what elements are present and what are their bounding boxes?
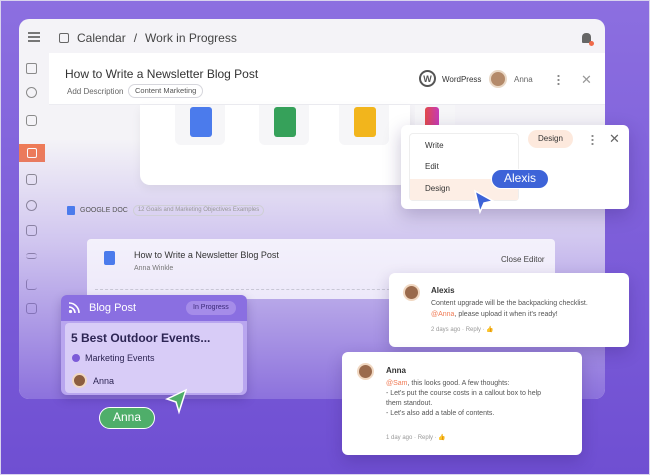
blog-post-title[interactable]: 5 Best Outdoor Events... [71,331,210,345]
book-icon[interactable] [26,225,37,236]
alexis-cursor-icon [473,189,495,215]
home-icon[interactable] [26,63,37,74]
slides-icon [354,107,376,137]
breadcrumb-separator: / [133,31,138,45]
avatar [72,373,87,388]
comment-author: Anna [386,366,406,375]
comment-text: @Sam, this looks good. A few thoughts: [386,379,509,389]
menu-item-edit[interactable]: Edit [425,162,439,171]
google-doc-label: GOOGLE DOC [80,207,128,214]
kebab-icon[interactable] [591,134,594,145]
comment-text: them standout. [386,400,433,407]
anna-cursor-label: Anna [99,407,156,429]
comment-meta: 2 days ago · Reply · 👍 [431,326,494,333]
sidebar-item-calendar[interactable] [19,144,45,162]
kebab-icon[interactable] [557,74,560,85]
close-editor-button[interactable]: Close Editor [501,255,545,264]
menu-item-design[interactable]: Design [425,184,450,193]
top-bar: Calendar / Work in Progress [19,19,605,57]
breadcrumb-calendar[interactable]: Calendar [77,31,126,45]
google-doc-row: GOOGLE DOC 12 Goals and Marketing Object… [67,205,265,216]
briefcase-icon[interactable] [26,303,37,314]
alexis-cursor-label: Alexis [491,169,550,189]
wordpress-icon: W [419,70,436,87]
rss-icon [68,302,80,314]
assignee-name: Anna [93,376,115,386]
comment-author: Alexis [431,286,455,295]
analytics-icon[interactable] [26,279,37,290]
comment-meta: 1 day ago · Reply · 👍 [386,434,446,441]
docs-icon [190,107,212,137]
docs-tile[interactable] [175,105,225,145]
pages-icon[interactable] [26,115,37,126]
menu-item-write[interactable]: Write [425,141,444,150]
add-description-link[interactable]: Add Description [67,87,123,96]
editor-author: Anna Winkle [134,265,174,272]
grid-icon[interactable] [26,174,37,185]
category-label: Marketing Events [85,353,155,363]
sheets-icon [274,107,296,137]
sheets-tile[interactable] [259,105,309,145]
menu-icon[interactable] [28,32,40,42]
people-icon[interactable] [26,200,37,211]
integration-label[interactable]: WordPress [442,75,481,84]
comment-text-rest: , this looks good. A few thoughts: [407,380,510,387]
breadcrumb: Calendar / Work in Progress [59,31,237,45]
content-tag[interactable]: Content Marketing [128,84,204,98]
comment-meta-text[interactable]: 1 day ago · Reply · [386,435,437,441]
shuffle-icon[interactable] [26,253,37,259]
sidebar [19,57,45,399]
notification-dot [589,41,594,46]
mention[interactable]: @Anna [431,311,454,318]
comment-card [342,352,582,455]
status-badge[interactable]: In Progress [186,301,236,315]
google-doc-pill[interactable]: 12 Goals and Marketing Objectives Exampl… [132,205,265,216]
comment-text: @Anna, please upload it when it's ready! [431,310,558,320]
assignee-name: Anna [514,75,533,84]
doc-title[interactable]: How to Write a Newsletter Blog Post [65,67,258,81]
avatar[interactable] [489,70,507,88]
close-icon[interactable]: ✕ [581,73,592,86]
close-icon[interactable]: ✕ [609,132,620,145]
breadcrumb-current: Work in Progress [145,31,237,45]
doc-file-icon [104,251,115,265]
mention[interactable]: @Sam [386,380,408,387]
slides-tile[interactable] [339,105,389,145]
google-doc-icon [67,206,75,215]
calendar-icon [59,33,69,43]
anna-cursor-icon [164,388,188,415]
status-badge[interactable]: Design [528,130,573,148]
idea-icon[interactable] [26,87,37,98]
promo-stage: Calendar / Work in Progress How to Write… [0,0,650,475]
comment-text: Content upgrade will be the backpacking … [431,300,588,307]
like-icon[interactable]: 👍 [486,327,493,333]
comment-meta-text[interactable]: 2 days ago · Reply · [431,327,485,333]
category-dot [72,354,80,362]
avatar [357,363,374,380]
card-type-label: Blog Post [89,302,137,314]
editor-title[interactable]: How to Write a Newsletter Blog Post [134,250,279,260]
comment-text: - Let's also add a table of contents. [386,410,495,417]
like-icon[interactable]: 👍 [438,435,445,441]
comment-text-rest: , please upload it when it's ready! [454,311,558,318]
calendar-active-icon [27,148,37,158]
comment-text: - Let's put the course costs in a callou… [386,390,542,397]
avatar [403,284,420,301]
